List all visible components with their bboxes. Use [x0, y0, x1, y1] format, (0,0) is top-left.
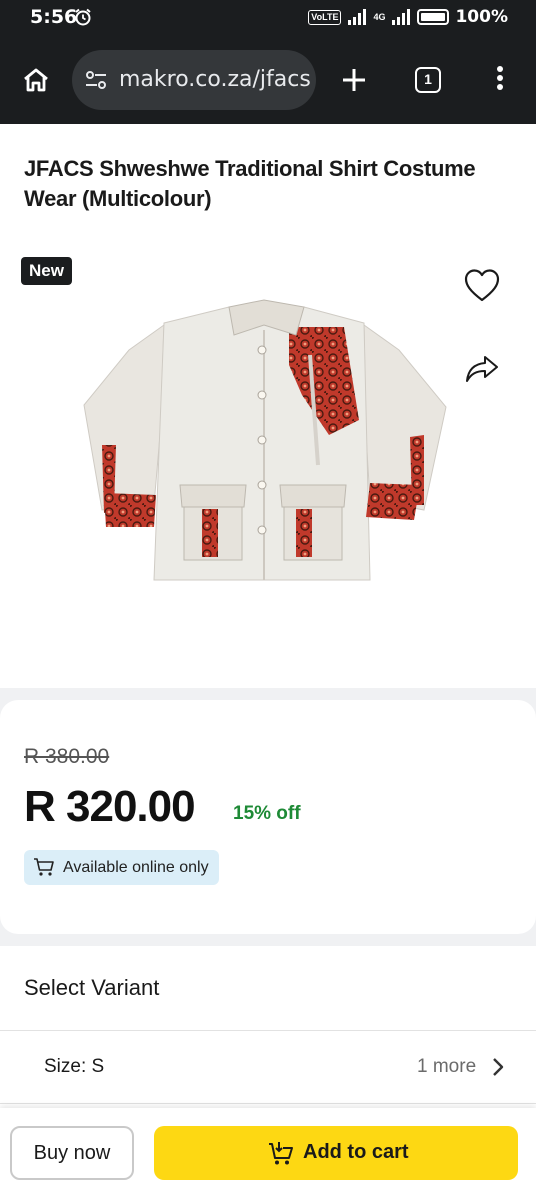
- divider: [0, 1103, 536, 1104]
- add-to-cart-button[interactable]: Add to cart: [154, 1126, 518, 1180]
- plus-icon: [343, 69, 365, 91]
- heart-icon: [464, 269, 500, 302]
- volte-badge: VoLTE: [308, 9, 342, 25]
- product-image[interactable]: [74, 295, 454, 590]
- signal-icon-2: [392, 9, 411, 25]
- home-button[interactable]: [18, 62, 54, 98]
- share-arrow-icon: [466, 356, 498, 382]
- variant-heading: Select Variant: [24, 975, 160, 1000]
- alarm-icon: [75, 8, 91, 26]
- signal-icon: [348, 9, 367, 25]
- browser-toolbar: makro.co.za/jfacs 1: [0, 36, 536, 124]
- more-vert-icon[interactable]: [490, 64, 510, 96]
- status-time: 5:56: [30, 6, 78, 28]
- product-title: JFACS Shweshwe Traditional Shirt Costume…: [24, 156, 476, 211]
- network-type: 4G: [373, 11, 386, 22]
- availability-label: Available online only: [63, 859, 209, 876]
- status-bar: 5:56 VoLTE 4G 100%: [0, 0, 536, 36]
- size-label[interactable]: Size: S: [44, 1056, 104, 1078]
- buy-now-button[interactable]: Buy now: [10, 1126, 134, 1180]
- share-button[interactable]: [462, 348, 502, 388]
- new-tab-button[interactable]: [338, 62, 370, 98]
- url-text[interactable]: makro.co.za/jfacs: [119, 67, 311, 92]
- home-icon: [24, 68, 48, 92]
- chevron-right-icon[interactable]: [490, 1056, 506, 1078]
- tune-icon[interactable]: [84, 69, 108, 91]
- cart-icon: [34, 858, 54, 876]
- add-to-cart-label: Add to cart: [303, 1141, 409, 1163]
- new-badge: New: [21, 257, 72, 285]
- battery-icon: [417, 9, 450, 25]
- address-bar[interactable]: makro.co.za/jfacs: [72, 50, 316, 110]
- tab-switcher-button[interactable]: 1: [415, 67, 441, 93]
- availability-badge: Available online only: [24, 850, 219, 885]
- status-indicators: VoLTE 4G 100%: [308, 5, 508, 29]
- discount-label: 15% off: [233, 803, 301, 824]
- more-sizes-label[interactable]: 1 more: [417, 1056, 476, 1078]
- current-price: R 320.00: [24, 782, 196, 831]
- cart-add-icon: [269, 1142, 293, 1165]
- battery-percent: 100%: [455, 7, 508, 27]
- wishlist-button[interactable]: [462, 266, 502, 306]
- original-price: R 380.00: [24, 745, 110, 768]
